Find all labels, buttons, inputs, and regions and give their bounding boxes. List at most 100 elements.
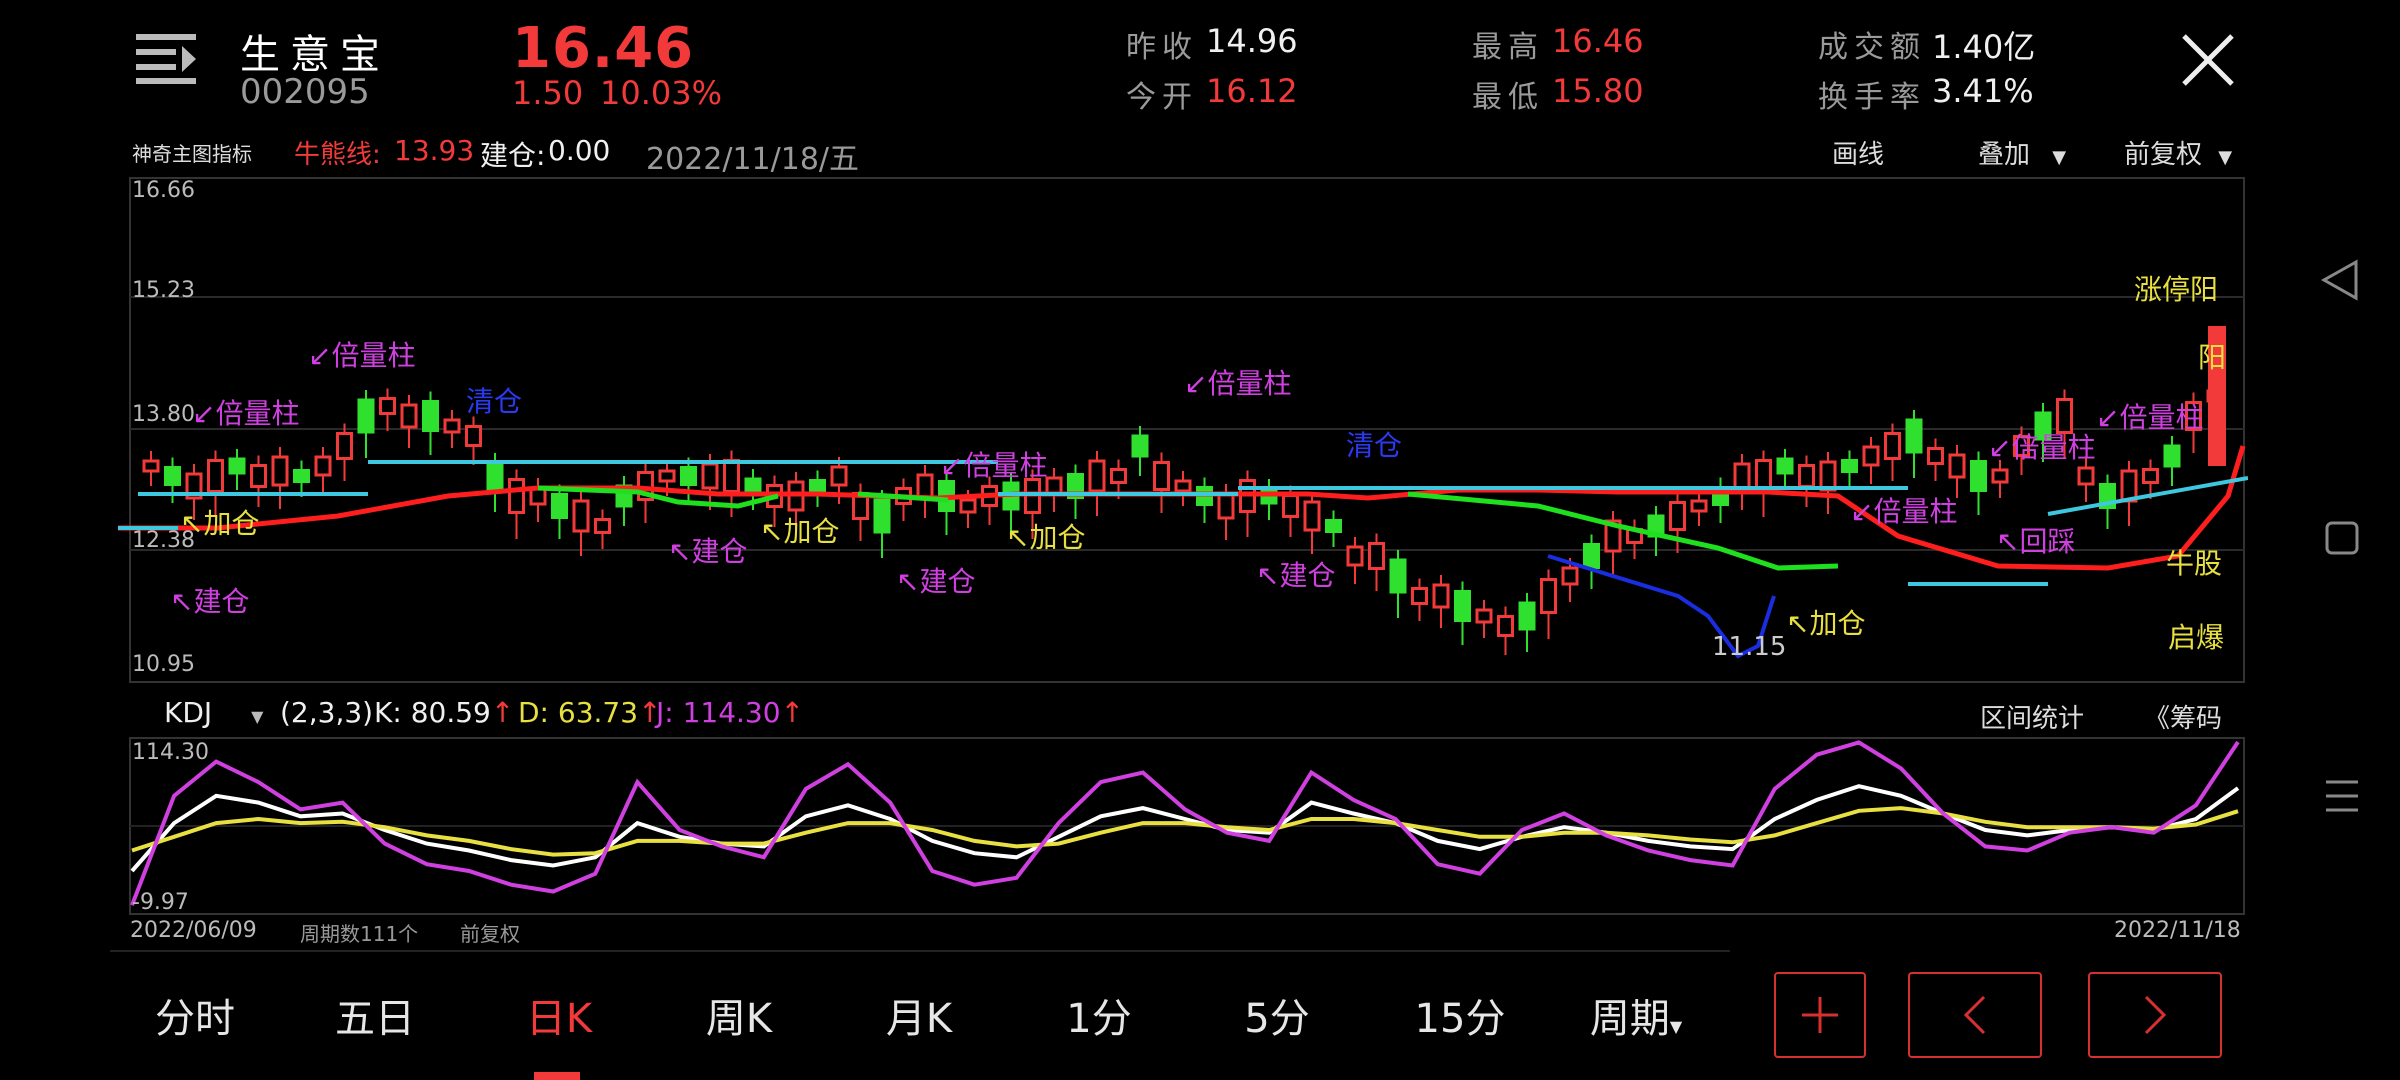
- chevron-right-icon: [2144, 995, 2167, 1035]
- candlestick-chart[interactable]: [118, 176, 2248, 684]
- stock-code: 002095: [240, 72, 370, 112]
- signal-jian-cang-label: 建仓: [1279, 559, 1336, 592]
- candle: [701, 462, 719, 490]
- turnover-value: 1.40亿: [1932, 28, 2036, 66]
- candle: [2142, 468, 2159, 484]
- candle: [1991, 468, 2009, 484]
- turnover-rate-label: 换手率: [1818, 80, 1926, 115]
- y-label-bottom: 10.95: [132, 652, 195, 677]
- signal-bei-liang-zhu-label: 倍量柱: [1873, 495, 1958, 528]
- candle: [658, 469, 676, 483]
- candle: [422, 400, 439, 432]
- signal-bei-liang-zhu: ↙倍量柱: [2096, 401, 2204, 434]
- candle: [1153, 461, 1170, 491]
- kdj-selector[interactable]: KDJ ▼: [164, 696, 263, 729]
- candle: [336, 432, 353, 460]
- low-label: 最低: [1472, 80, 1544, 115]
- y-label-2: 15.23: [132, 278, 195, 303]
- end-date: 2022/11/18: [2114, 918, 2241, 943]
- signal-qing-cang: 清仓: [1346, 429, 1403, 462]
- period-count: 周期数111个: [300, 922, 419, 946]
- signal-qi-bao: 启爆: [2168, 621, 2225, 654]
- signal-jia-cang: ↖加仓: [1006, 521, 1086, 554]
- candle: [293, 469, 310, 483]
- price-change: 1.50: [512, 74, 584, 112]
- back-icon[interactable]: [2320, 258, 2360, 302]
- chips-button[interactable]: 《筹码: [2144, 698, 2222, 735]
- candle: [572, 499, 590, 533]
- candle: [142, 459, 160, 473]
- close-icon[interactable]: [2178, 30, 2238, 90]
- tab-daily-k[interactable]: 日K: [504, 986, 614, 1044]
- recents-icon[interactable]: [2322, 776, 2362, 816]
- signal-bei-liang-zhu-label: 倍量柱: [2119, 401, 2204, 434]
- overlay-dropdown[interactable]: 叠加 ▼: [1978, 134, 2066, 171]
- candle: [1110, 468, 1127, 484]
- low-price-marker: 11.15: [1712, 632, 1787, 662]
- build-label: 建仓:: [480, 139, 546, 172]
- tab-weekly-k[interactable]: 周K: [684, 986, 794, 1044]
- candle: [916, 473, 934, 499]
- signal-jian-cang: ↖建仓: [1256, 559, 1336, 592]
- tab-1min[interactable]: 1分: [1044, 986, 1154, 1044]
- signal-jian-cang-label: 建仓: [691, 535, 748, 568]
- system-nav-bar: [2288, 0, 2400, 1080]
- candle: [1303, 500, 1321, 532]
- next-button[interactable]: [2088, 972, 2222, 1058]
- candle: [357, 398, 375, 434]
- candle: [551, 493, 568, 519]
- chevron-left-icon: [1963, 995, 1986, 1035]
- candle: [1798, 464, 1815, 488]
- tab-five-day[interactable]: 五日: [320, 986, 430, 1044]
- tab-bar-divider: [110, 950, 1730, 952]
- candle: [486, 461, 504, 491]
- kdj-chart[interactable]: [118, 736, 2248, 916]
- signal-jia-cang-label: 加仓: [783, 515, 840, 548]
- candle: [1389, 558, 1407, 594]
- tab-intraday[interactable]: 分时: [140, 986, 250, 1044]
- price-change-pct: 10.03%: [600, 74, 723, 112]
- candle: [1927, 447, 1944, 465]
- tab-period[interactable]: 周期▼: [1576, 986, 1696, 1044]
- candle: [508, 478, 525, 514]
- kdj-params: (2,3,3): [280, 696, 374, 729]
- indicator-name[interactable]: 神奇主图指标: [132, 138, 252, 167]
- add-button[interactable]: [1774, 972, 1866, 1058]
- adjust-label: 前复权: [2124, 140, 2203, 170]
- tab-monthly-k[interactable]: 月K: [864, 986, 974, 1044]
- adjust-dropdown[interactable]: 前复权 ▼: [2124, 134, 2232, 171]
- arrow-up-icon: ↑: [490, 696, 515, 729]
- candle: [959, 498, 977, 514]
- signal-bei-liang-zhu: ↙倍量柱: [1850, 495, 1958, 528]
- menu-icon[interactable]: [134, 30, 198, 84]
- kdj-y-bottom: -9.97: [132, 890, 189, 915]
- y-label-3: 13.80: [132, 402, 195, 427]
- candle: [1561, 566, 1579, 586]
- tab-period-label: 周期: [1589, 996, 1670, 1042]
- candle: [1905, 418, 1923, 454]
- prev-button[interactable]: [1908, 972, 2042, 1058]
- candle: [207, 459, 224, 493]
- signal-jian-cang-label: 建仓: [919, 565, 976, 598]
- low-value: 15.80: [1552, 72, 1644, 110]
- home-icon[interactable]: [2324, 520, 2360, 556]
- signal-jia-cang-label: 加仓: [203, 507, 260, 540]
- signal-jian-cang-label: 建仓: [193, 585, 250, 618]
- open-value: 16.12: [1206, 72, 1298, 110]
- current-price: 16.46: [512, 16, 695, 81]
- candle: [271, 455, 289, 487]
- candle: [1346, 545, 1364, 567]
- signal-bei-liang-zhu: ↙倍量柱: [940, 449, 1048, 482]
- tab-5min[interactable]: 5分: [1222, 986, 1332, 1044]
- signal-niu: 牛股: [2166, 547, 2223, 580]
- candle: [1131, 434, 1149, 458]
- kdj-j-text: J: 114.30: [656, 696, 781, 729]
- candle: [1970, 460, 1987, 492]
- kdj-j-value: J: 114.30↑: [656, 696, 804, 729]
- tab-15min[interactable]: 15分: [1400, 986, 1520, 1044]
- draw-line-button[interactable]: 画线: [1832, 134, 1884, 171]
- candle: [723, 459, 740, 493]
- signal-bei-liang-zhu-label: 倍量柱: [331, 339, 416, 372]
- candle: [1884, 432, 1901, 460]
- range-stats-button[interactable]: 区间统计: [1980, 698, 2084, 735]
